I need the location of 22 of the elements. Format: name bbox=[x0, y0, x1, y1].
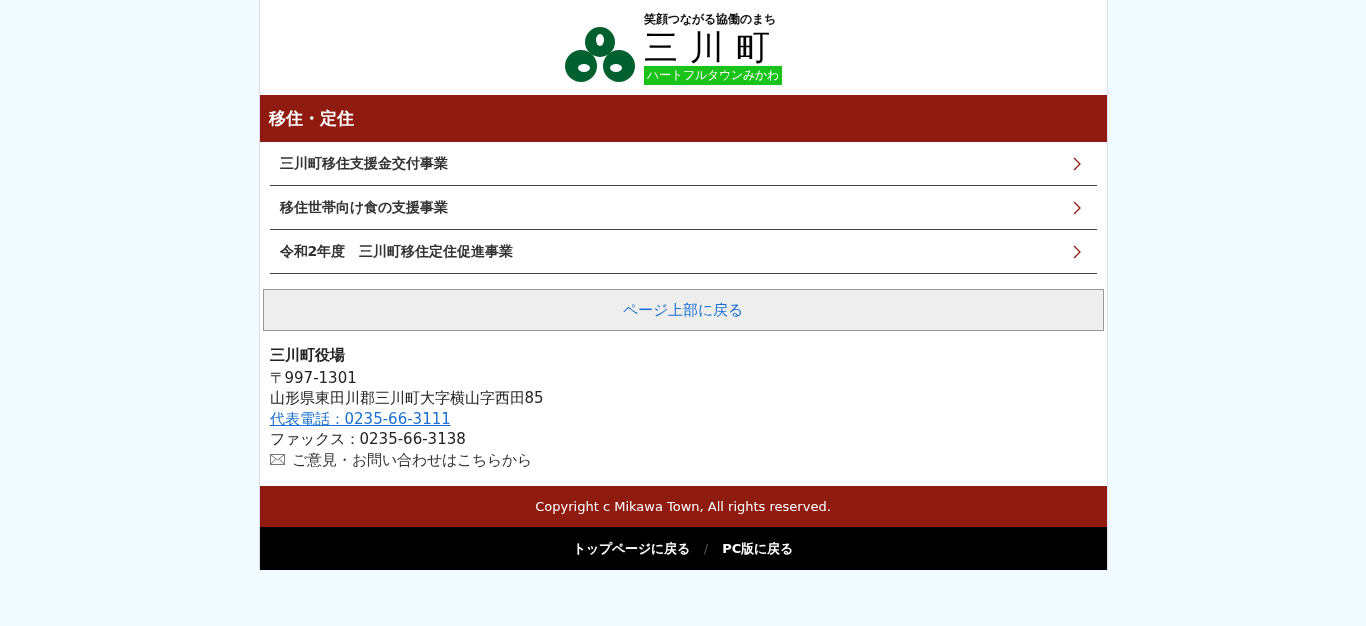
postal-code: 〒997-1301 bbox=[269, 367, 358, 388]
logo-subtitle: ハートフルタウンみかわ bbox=[644, 65, 782, 85]
menu-item[interactable]: 移住世帯向け食の支援事業 bbox=[269, 186, 1097, 230]
footer-link[interactable]: PC版に戻る bbox=[722, 539, 794, 558]
fax-number: ファックス：0235-66-3138 bbox=[269, 429, 467, 450]
logo-town-name: 三川町 bbox=[644, 27, 782, 66]
menu-item[interactable]: 令和2年度 三川町移住定住促進事業 bbox=[269, 230, 1097, 274]
contact-link[interactable]: ご意見・お問い合わせはこちらから bbox=[291, 449, 532, 470]
chevron-right-icon bbox=[1072, 200, 1081, 215]
chevron-right-icon bbox=[1072, 244, 1081, 259]
copyright-text: Copyright c Mikawa Town, All rights reserved. bbox=[259, 486, 1107, 527]
section-title: 移住・定住 bbox=[259, 95, 1107, 142]
logo-tagline: 笑顔つながる協働のまち bbox=[644, 10, 776, 28]
menu-item[interactable]: 三川町移住支援金交付事業 bbox=[269, 142, 1097, 186]
back-to-top-button[interactable]: ページ上部に戻る bbox=[262, 289, 1104, 331]
footer-link[interactable]: トップページに戻る bbox=[572, 539, 690, 558]
nav-separator: / bbox=[703, 541, 709, 556]
chevron-right-icon bbox=[1072, 156, 1081, 171]
office-name: 三川町役場 bbox=[269, 345, 346, 366]
envelope-icon bbox=[269, 454, 285, 466]
address: 山形県東田川郡三川町大字横山字西田85 bbox=[269, 388, 545, 409]
phone-link[interactable]: 代表電話：0235-66-3111 bbox=[269, 409, 451, 428]
